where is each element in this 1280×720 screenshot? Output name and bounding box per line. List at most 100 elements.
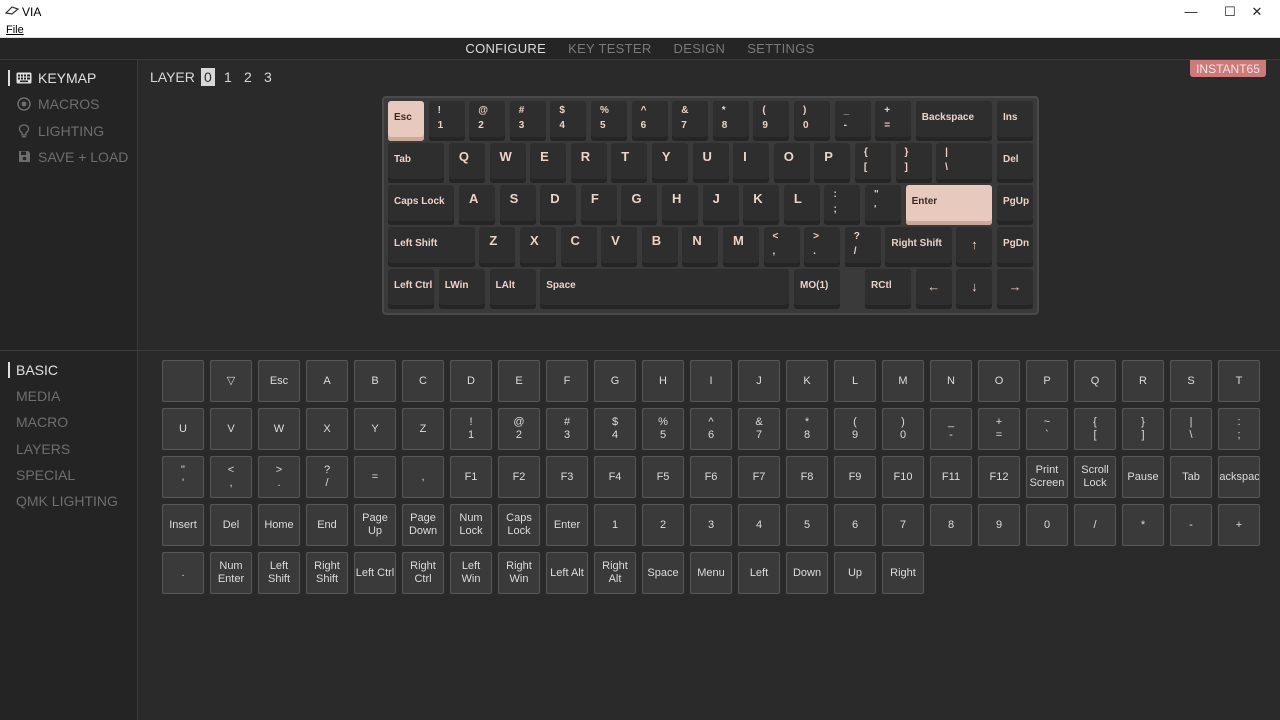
keycode-blank[interactable]: + = — [978, 408, 1020, 450]
keycode-print-screen[interactable]: Print Screen — [1026, 456, 1068, 498]
keycode-right-ctrl[interactable]: Right Ctrl — [402, 552, 444, 594]
keycode-o[interactable]: O — [978, 360, 1020, 402]
category-macro[interactable]: MACRO — [8, 413, 68, 431]
key-4[interactable]: $4 — [550, 101, 587, 141]
keycode-4[interactable]: $ 4 — [594, 408, 636, 450]
category-layers[interactable]: LAYERS — [8, 440, 70, 458]
keycode-f10[interactable]: F10 — [882, 456, 924, 498]
keycode-blank[interactable]: ? / — [306, 456, 348, 498]
key-tab[interactable]: Tab — [388, 143, 445, 183]
keycode-right-alt[interactable]: Right Alt — [594, 552, 636, 594]
keycode-down[interactable]: Down — [786, 552, 828, 594]
keycode-blank[interactable]: ~ ` — [1026, 408, 1068, 450]
key-esc[interactable]: Esc — [388, 101, 424, 141]
keycode-esc[interactable]: Esc — [258, 360, 300, 402]
keycode-blank[interactable]: " ' — [162, 456, 204, 498]
key-b[interactable]: B — [641, 227, 678, 267]
tab-settings[interactable]: SETTINGS — [747, 41, 814, 56]
keycode-m[interactable]: M — [882, 360, 924, 402]
key-s[interactable]: S — [499, 185, 536, 225]
keycode-space[interactable]: Space — [642, 552, 684, 594]
key-blank[interactable]: <, — [763, 227, 800, 267]
keycode-l[interactable]: L — [834, 360, 876, 402]
keycode-c[interactable]: C — [402, 360, 444, 402]
keycode-page-down[interactable]: Page Down — [402, 504, 444, 546]
key-mo-1[interactable]: MO(1) — [794, 269, 841, 309]
key-pgup[interactable]: PgUp — [997, 185, 1033, 225]
keycode-blank[interactable]: { [ — [1074, 408, 1116, 450]
keycode-backspace[interactable]: Backspace — [1218, 456, 1260, 498]
keycode-blank[interactable]: _ - — [930, 408, 972, 450]
key-caps-lock[interactable]: Caps Lock — [388, 185, 455, 225]
keycode-right[interactable]: Right — [882, 552, 924, 594]
keycode-6[interactable]: 6 — [834, 504, 876, 546]
key-right-shift[interactable]: Right Shift — [885, 227, 952, 267]
key-3[interactable]: #3 — [509, 101, 546, 141]
keycode-blank[interactable] — [162, 360, 204, 402]
keycode-f2[interactable]: F2 — [498, 456, 540, 498]
key-c[interactable]: C — [560, 227, 597, 267]
tab-key-tester[interactable]: KEY TESTER — [568, 41, 651, 56]
keycode-left[interactable]: Left — [738, 552, 780, 594]
keycode-blank[interactable]: / — [1074, 504, 1116, 546]
layer-1-button[interactable]: 1 — [221, 68, 235, 86]
sidebar-item-save-load[interactable]: SAVE + LOAD — [8, 147, 128, 167]
keycode-y[interactable]: Y — [354, 408, 396, 450]
key-h[interactable]: H — [662, 185, 699, 225]
keycode-e[interactable]: E — [498, 360, 540, 402]
keycode-a[interactable]: A — [306, 360, 348, 402]
keycode-w[interactable]: W — [258, 408, 300, 450]
key-blank[interactable]: | \ — [936, 143, 993, 183]
key-p[interactable]: P — [814, 143, 851, 183]
category-special[interactable]: SPECIAL — [8, 466, 75, 484]
key-blank[interactable]: " ' — [865, 185, 902, 225]
keycode-f4[interactable]: F4 — [594, 456, 636, 498]
key-pgdn[interactable]: PgDn — [997, 227, 1033, 267]
keycode-blank[interactable]: } ] — [1122, 408, 1164, 450]
keycode-f3[interactable]: F3 — [546, 456, 588, 498]
keycode-caps-lock[interactable]: Caps Lock — [498, 504, 540, 546]
key-blank[interactable]: }] — [895, 143, 932, 183]
keycode-s[interactable]: S — [1170, 360, 1212, 402]
keycode-f6[interactable]: F6 — [690, 456, 732, 498]
file-menu[interactable]: File — [6, 24, 24, 36]
key-8[interactable]: * 8 — [712, 101, 749, 141]
keycode-home[interactable]: Home — [258, 504, 300, 546]
keycode-g[interactable]: G — [594, 360, 636, 402]
key-a[interactable]: A — [459, 185, 496, 225]
key-m[interactable]: M — [722, 227, 759, 267]
keycode-menu[interactable]: Menu — [690, 552, 732, 594]
key-n[interactable]: N — [682, 227, 719, 267]
keycode-blank[interactable]: . — [162, 552, 204, 594]
keycode-7[interactable]: & 7 — [738, 408, 780, 450]
key-backspace[interactable]: Backspace — [915, 101, 993, 141]
keycode-del[interactable]: Del — [210, 504, 252, 546]
key-e[interactable]: E — [530, 143, 567, 183]
layer-3-button[interactable]: 3 — [261, 68, 275, 86]
key-l[interactable]: L — [783, 185, 820, 225]
key-f[interactable]: F — [580, 185, 617, 225]
layer-2-button[interactable]: 2 — [241, 68, 255, 86]
keycode-blank[interactable]: | \ — [1170, 408, 1212, 450]
keycode-3[interactable]: # 3 — [546, 408, 588, 450]
key-z[interactable]: Z — [479, 227, 516, 267]
keycode-blank[interactable]: + — [1218, 504, 1260, 546]
key-5[interactable]: % 5 — [591, 101, 627, 141]
keycode-u[interactable]: U — [162, 408, 204, 450]
sidebar-item-macros[interactable]: MACROS — [8, 94, 99, 114]
layer-0-button[interactable]: 0 — [200, 68, 215, 86]
keycode-right-win[interactable]: Right Win — [498, 552, 540, 594]
key-r[interactable]: R — [570, 143, 607, 183]
keycode-n[interactable]: N — [930, 360, 972, 402]
keycode-right-shift[interactable]: Right Shift — [306, 552, 348, 594]
key-ins[interactable]: Ins — [997, 101, 1033, 141]
key-9[interactable]: (9 — [753, 101, 790, 141]
keycode-blank[interactable]: > . — [258, 456, 300, 498]
keycode-left-shift[interactable]: Left Shift — [258, 552, 300, 594]
key-lwin[interactable]: LWin — [438, 269, 485, 309]
keycode-0[interactable]: ) 0 — [882, 408, 924, 450]
key-w[interactable]: W — [489, 143, 526, 183]
tab-design[interactable]: DESIGN — [674, 41, 726, 56]
keycode-left-win[interactable]: Left Win — [450, 552, 492, 594]
keycode-t[interactable]: T — [1218, 360, 1260, 402]
